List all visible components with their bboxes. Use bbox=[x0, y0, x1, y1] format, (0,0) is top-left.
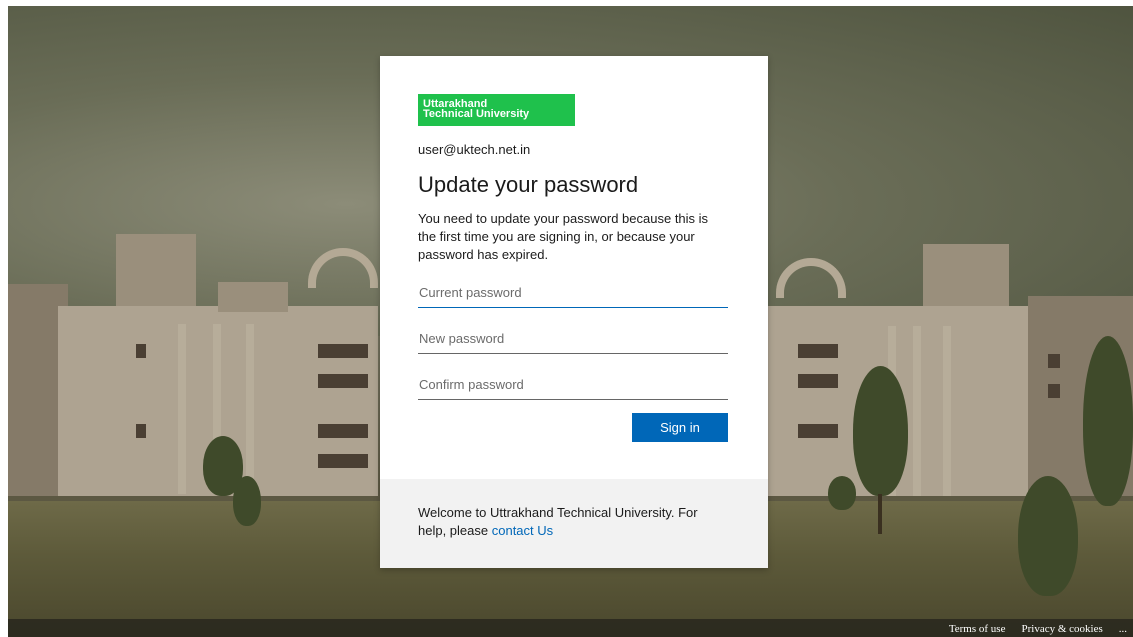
contact-us-link[interactable]: contact Us bbox=[492, 523, 553, 538]
column bbox=[943, 326, 951, 496]
window bbox=[798, 374, 838, 388]
window bbox=[1048, 354, 1060, 368]
update-password-description: You need to update your password because… bbox=[418, 211, 709, 262]
column bbox=[913, 326, 921, 496]
account-email: user@uktech.net.in bbox=[418, 142, 531, 157]
confirm-password-input[interactable] bbox=[418, 370, 728, 400]
window bbox=[318, 374, 368, 388]
org-logo-line2: Technical University bbox=[423, 108, 530, 120]
new-password-input[interactable] bbox=[418, 324, 728, 354]
more-options-link[interactable]: ... bbox=[1119, 623, 1127, 635]
page-title: Update your password bbox=[418, 172, 639, 197]
column bbox=[178, 324, 186, 494]
tree bbox=[853, 366, 908, 496]
window bbox=[1048, 384, 1060, 398]
login-card-footer: Welcome to Uttrakhand Technical Universi… bbox=[380, 479, 768, 568]
building-left-block bbox=[218, 282, 288, 312]
tree bbox=[1083, 336, 1133, 506]
org-logo: Uttarakhand Technical University bbox=[418, 94, 575, 126]
window bbox=[798, 424, 838, 438]
tree bbox=[1018, 476, 1078, 596]
column bbox=[246, 324, 254, 494]
terms-of-use-link[interactable]: Terms of use bbox=[949, 623, 1006, 635]
current-password-input[interactable] bbox=[418, 278, 728, 308]
sign-in-button[interactable]: Sign in bbox=[632, 413, 728, 442]
button-row: Sign in bbox=[418, 413, 728, 442]
window bbox=[798, 344, 838, 358]
login-card-body: Uttarakhand Technical University user@uk… bbox=[380, 56, 768, 479]
login-card: Uttarakhand Technical University user@uk… bbox=[380, 56, 768, 568]
tree bbox=[828, 476, 856, 510]
tree bbox=[203, 436, 243, 496]
page-footer-links: Terms of use Privacy & cookies ... bbox=[949, 623, 1127, 635]
privacy-cookies-link[interactable]: Privacy & cookies bbox=[1021, 623, 1102, 635]
welcome-text: Welcome to Uttrakhand Technical Universi… bbox=[418, 505, 698, 538]
window bbox=[318, 424, 368, 438]
tree-trunk bbox=[878, 494, 882, 534]
window bbox=[318, 344, 368, 358]
window bbox=[318, 454, 368, 468]
window bbox=[136, 344, 146, 358]
window bbox=[136, 424, 146, 438]
